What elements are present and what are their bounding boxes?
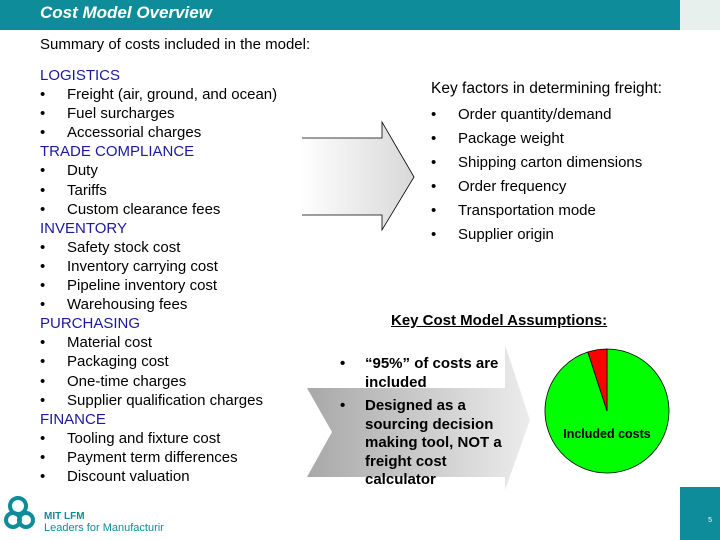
pie-chart: Included costs xyxy=(544,348,670,474)
assumptions-title: Key Cost Model Assumptions: xyxy=(391,312,608,329)
key-factor-item: Order frequency xyxy=(431,175,662,199)
key-factor-item: Shipping carton dimensions xyxy=(431,151,662,175)
logo-line2: Leaders for Manufacturing xyxy=(44,522,164,534)
freight-arrow xyxy=(299,120,415,232)
assumption-item: “95%” of costs are included xyxy=(340,355,515,392)
key-factor-item: Transportation mode xyxy=(431,199,662,223)
page-number: 5 xyxy=(708,517,712,524)
logo-line1: MIT LFM xyxy=(44,511,85,522)
assumptions-list: “95%” of costs are included Designed as … xyxy=(340,355,515,495)
mit-lfm-logo: MIT LFM Leaders for Manufacturing xyxy=(4,496,164,534)
key-factor-item: Package weight xyxy=(431,127,662,151)
footer-corner: 5 xyxy=(680,487,720,540)
key-factor-item: Supplier origin xyxy=(431,223,662,247)
key-factors-title: Key factors in determining freight: xyxy=(431,80,662,97)
assumption-item: Designed as a sourcing decision making t… xyxy=(340,397,515,490)
key-factor-item: Order quantity/demand xyxy=(431,103,662,127)
pie-label: Included costs xyxy=(563,427,651,441)
key-factors: Key factors in determining freight: Orde… xyxy=(431,80,662,247)
